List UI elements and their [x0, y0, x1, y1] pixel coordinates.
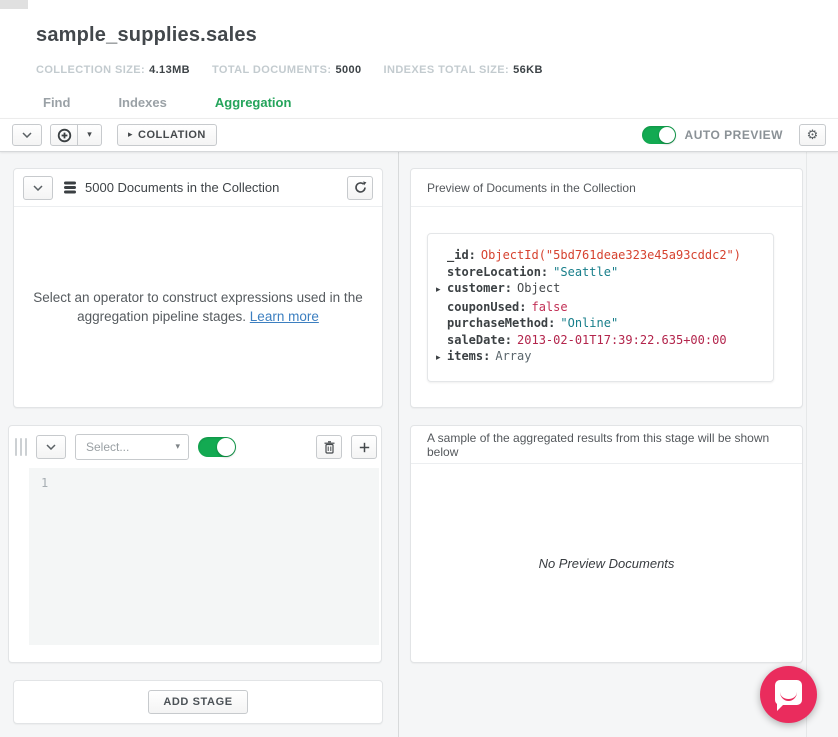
source-stage-header: 5000 Documents in the Collection — [14, 169, 382, 207]
refresh-button[interactable] — [347, 176, 373, 200]
collection-tabs: Find Indexes Aggregation — [43, 95, 291, 110]
stage-code-editor[interactable]: 1 — [29, 468, 379, 645]
intercom-chat-button[interactable] — [760, 666, 817, 723]
collation-toggle-button[interactable]: ▸ COLLATION — [117, 124, 217, 146]
mongodb-compass-aggregation-view: sample_supplies.sales COLLECTION SIZE:4.… — [0, 0, 838, 737]
source-stage-title: 5000 Documents in the Collection — [63, 180, 279, 195]
pipeline-toolbar: ▾ ▸ COLLATION AUTO PREVIEW ⚙ — [0, 118, 838, 152]
chevron-down-icon — [33, 185, 43, 191]
preview-document-card[interactable]: _id:ObjectId("5bd761deae323e45a93cddc2")… — [427, 233, 774, 382]
trash-icon — [324, 441, 335, 454]
database-icon — [63, 181, 77, 194]
stage-preview-header: A sample of the aggregated results from … — [411, 426, 802, 464]
source-stage-collapse-button[interactable] — [23, 176, 53, 200]
expand-caret-icon[interactable]: ▸ — [436, 282, 447, 299]
expand-caret-icon[interactable]: ▸ — [436, 350, 447, 367]
add-stage-icon-button[interactable] — [50, 124, 78, 146]
gear-icon: ⚙ — [807, 129, 819, 142]
stage-drag-handle[interactable] — [15, 438, 27, 456]
add-stage-after-button[interactable] — [351, 435, 377, 459]
add-stage-split-button: ▾ — [50, 124, 102, 146]
collection-stats: COLLECTION SIZE:4.13MB TOTAL DOCUMENTS:5… — [36, 64, 543, 76]
toggle-knob — [659, 127, 675, 143]
settings-button[interactable]: ⚙ — [799, 124, 826, 146]
collection-header: sample_supplies.sales COLLECTION SIZE:4.… — [0, 0, 838, 118]
stat-indexes-total-size: INDEXES TOTAL SIZE:56KB — [384, 64, 543, 76]
stage-collapse-button[interactable] — [36, 435, 66, 459]
editor-line-number: 1 — [29, 468, 48, 645]
add-stage-card: ADD STAGE — [13, 680, 383, 724]
toggle-knob — [217, 438, 235, 456]
plus-circle-icon — [57, 128, 72, 143]
document-field-items: ▸items:Array — [436, 348, 763, 367]
document-field-purchasemethod: purchaseMethod:"Online" — [436, 315, 763, 332]
document-field-saledate: saleDate:2013-02-01T17:39:22.635+00:00 — [436, 332, 763, 349]
auto-preview-toggle[interactable] — [642, 126, 676, 144]
plus-icon — [359, 442, 370, 453]
caret-down-icon: ▾ — [175, 442, 180, 452]
aggregation-content: 5000 Documents in the Collection Select … — [0, 152, 838, 737]
window-corner-artifact — [0, 0, 28, 9]
collection-preview-card: Preview of Documents in the Collection _… — [410, 168, 803, 408]
stage-enabled-toggle[interactable] — [198, 437, 236, 457]
collapse-all-button[interactable] — [12, 124, 42, 146]
stage-operator-select[interactable]: Select... ▾ — [75, 434, 189, 460]
source-stage-body: Select an operator to construct expressi… — [14, 207, 382, 407]
learn-more-link[interactable]: Learn more — [250, 309, 319, 324]
chat-bubble-tail — [777, 702, 786, 711]
add-stage-menu-button[interactable]: ▾ — [78, 124, 102, 146]
stat-collection-size: COLLECTION SIZE:4.13MB — [36, 64, 190, 76]
operator-hint-text: Select an operator to construct expressi… — [27, 288, 369, 326]
right-edge-line — [806, 152, 807, 737]
source-stage-card: 5000 Documents in the Collection Select … — [13, 168, 383, 408]
collation-label: COLLATION — [138, 129, 206, 141]
collection-title: sample_supplies.sales — [36, 24, 257, 47]
stage-editor-card: Select... ▾ — [8, 425, 382, 663]
panel-divider — [398, 152, 399, 737]
stat-total-documents: TOTAL DOCUMENTS:5000 — [212, 64, 362, 76]
auto-preview-label: AUTO PREVIEW — [685, 128, 783, 142]
delete-stage-button[interactable] — [316, 435, 342, 459]
add-stage-button[interactable]: ADD STAGE — [148, 690, 247, 714]
document-field-id: _id:ObjectId("5bd761deae323e45a93cddc2") — [436, 247, 763, 264]
chevron-down-icon — [22, 132, 32, 138]
stage-preview-card: A sample of the aggregated results from … — [410, 425, 803, 663]
collection-preview-header: Preview of Documents in the Collection — [411, 169, 802, 207]
operator-placeholder: Select... — [86, 440, 129, 454]
caret-down-icon: ▾ — [87, 130, 92, 140]
chevron-down-icon — [46, 444, 56, 450]
refresh-icon — [354, 181, 367, 194]
document-field-customer: ▸customer:Object — [436, 280, 763, 299]
document-field-couponused: couponUsed:false — [436, 299, 763, 316]
tab-find[interactable]: Find — [43, 95, 70, 110]
collation-expand-icon: ▸ — [128, 130, 133, 140]
document-field-storelocation: storeLocation:"Seattle" — [436, 264, 763, 281]
no-preview-documents-label: No Preview Documents — [411, 464, 802, 662]
stage-editor-toolbar: Select... ▾ — [9, 426, 381, 468]
tab-aggregation[interactable]: Aggregation — [215, 95, 292, 110]
tab-indexes[interactable]: Indexes — [118, 95, 166, 110]
